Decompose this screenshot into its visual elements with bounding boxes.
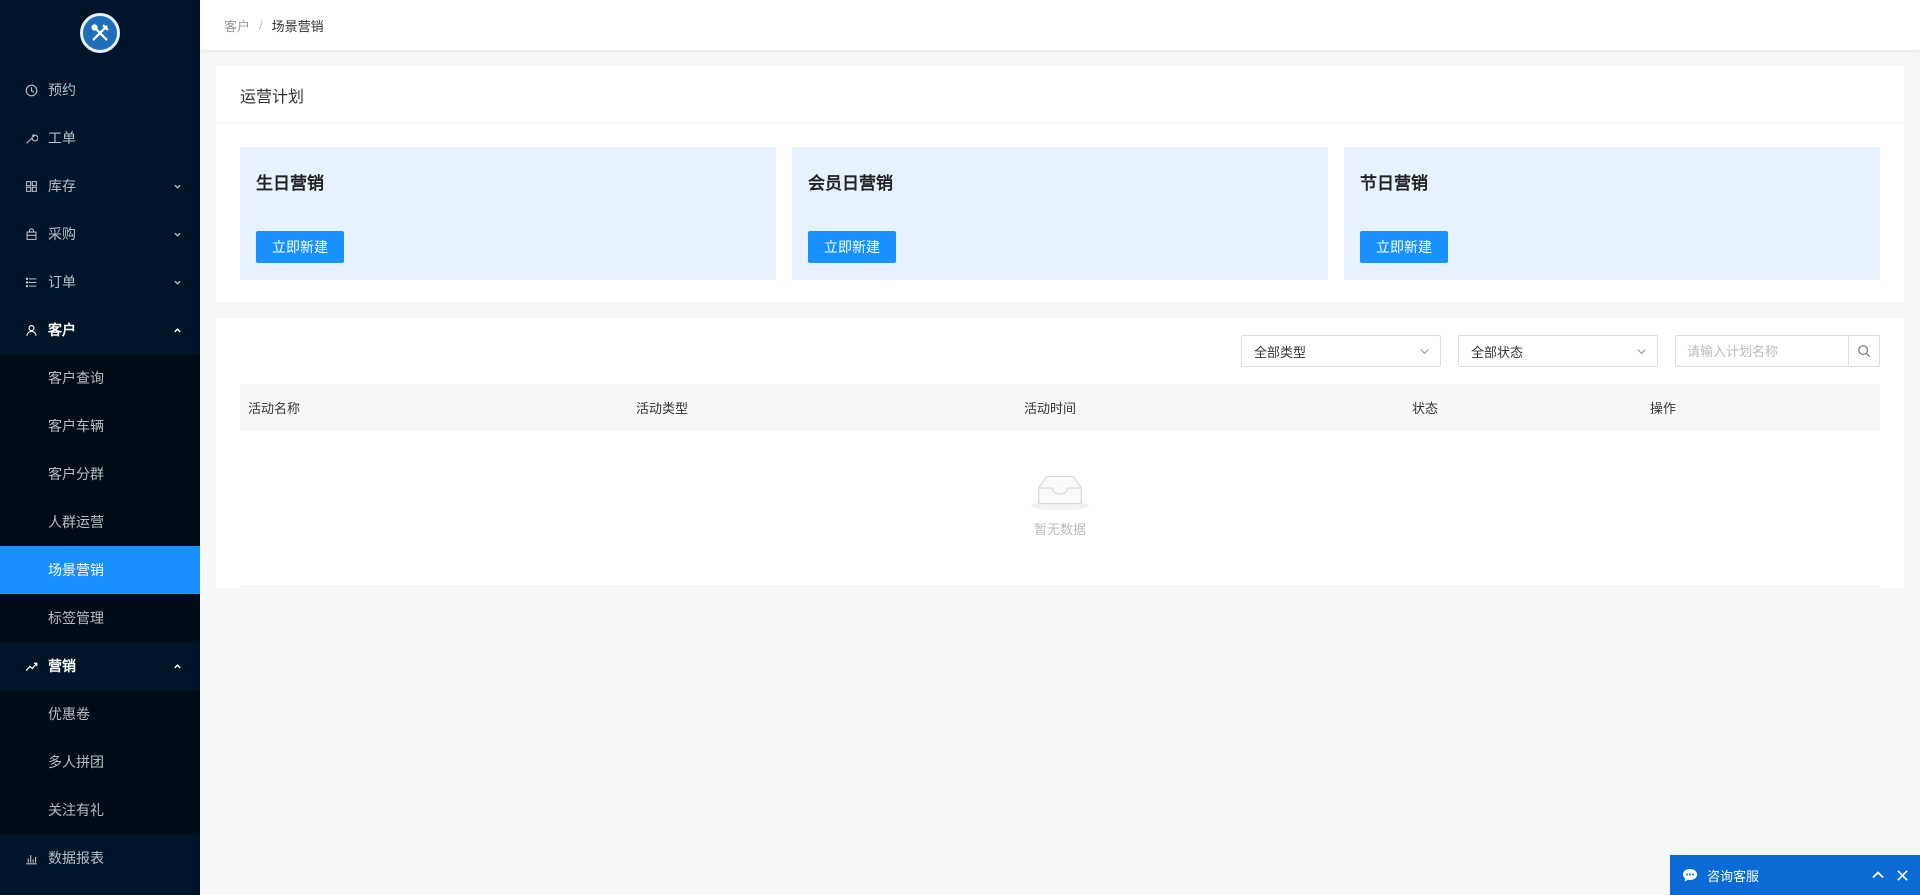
column-activity-time: 活动时间: [1024, 400, 1077, 416]
sidebar-item-label: 数据报表: [48, 850, 104, 866]
sidebar-item-marketing[interactable]: 营销: [0, 642, 200, 690]
sidebar-subitem-coupon[interactable]: 优惠卷: [0, 690, 200, 738]
marketing-submenu: 优惠卷 多人拼团 关注有礼: [0, 690, 200, 834]
type-select-value: 全部类型: [1254, 344, 1307, 360]
breadcrumb-current: 场景营销: [271, 18, 324, 34]
status-select-value: 全部状态: [1471, 344, 1524, 360]
empty-text: 暂无数据: [1033, 522, 1086, 537]
breadcrumb-parent[interactable]: 客户: [224, 16, 250, 35]
trend-icon: [24, 659, 38, 673]
close-icon[interactable]: [1894, 867, 1910, 883]
column-activity-type: 活动类型: [636, 400, 689, 416]
plan-name-search-input[interactable]: [1675, 335, 1848, 367]
chevron-up-icon[interactable]: [1870, 867, 1886, 883]
chevron-down-icon: [172, 229, 182, 239]
create-member-day-plan-button[interactable]: 立即新建: [808, 231, 896, 263]
plan-template-birthday: 生日营销 立即新建: [240, 147, 776, 280]
plan-template-title: 生日营销: [256, 174, 324, 193]
activity-table-card: 全部类型 全部状态 活动名称 活动类型 活动时间 状态 操作: [216, 318, 1904, 588]
chevron-up-icon: [172, 661, 182, 671]
plan-search: [1675, 335, 1880, 367]
logo[interactable]: [0, 0, 200, 66]
customer-submenu: 客户查询 客户车辆 客户分群 人群运营 场景营销 标签管理: [0, 354, 200, 642]
plan-templates: 生日营销 立即新建 会员日营销 立即新建 节日营销 立即新建: [240, 147, 1880, 280]
create-holiday-plan-button[interactable]: 立即新建: [1360, 231, 1448, 263]
status-select[interactable]: 全部状态: [1458, 335, 1658, 367]
empty-inbox-icon: [1029, 470, 1091, 515]
sidebar-subitem-tag-management[interactable]: 标签管理: [0, 594, 200, 642]
sidebar-item-label: 订单: [48, 274, 76, 290]
column-actions: 操作: [1650, 400, 1677, 416]
sidebar: 预约 工单 库存 采购 订单 客户 客户查询 客户车辆 客户分群 人群运营 场景…: [0, 0, 200, 895]
wrench-icon: [24, 131, 38, 145]
search-icon: [1857, 344, 1871, 358]
chat-label: 咨询客服: [1707, 868, 1760, 884]
chevron-down-icon: [172, 181, 182, 191]
column-status: 状态: [1412, 400, 1439, 416]
type-select[interactable]: 全部类型: [1241, 335, 1441, 367]
list-icon: [24, 275, 38, 289]
sidebar-subitem-group-buy[interactable]: 多人拼团: [0, 738, 200, 786]
plan-template-member-day: 会员日营销 立即新建: [792, 147, 1328, 280]
breadcrumb-separator: /: [259, 17, 263, 33]
sidebar-subitem-follow-gift[interactable]: 关注有礼: [0, 786, 200, 834]
tools-logo-icon: [80, 13, 120, 53]
sidebar-item-appointment[interactable]: 预约: [0, 66, 200, 114]
plan-template-title: 会员日营销: [808, 174, 893, 193]
sidebar-subitem-customer-segment[interactable]: 客户分群: [0, 450, 200, 498]
sidebar-item-label: 采购: [48, 226, 76, 242]
sidebar-subitem-customer-vehicle[interactable]: 客户车辆: [0, 402, 200, 450]
sidebar-item-purchase[interactable]: 采购: [0, 210, 200, 258]
sidebar-item-label: 库存: [48, 178, 76, 194]
bar-chart-icon: [24, 851, 38, 865]
plan-template-title: 节日营销: [1360, 174, 1428, 193]
chevron-up-icon: [172, 325, 182, 335]
empty-state: 暂无数据: [240, 430, 1880, 587]
sidebar-subitem-crowd-operation[interactable]: 人群运营: [0, 498, 200, 546]
column-activity-name: 活动名称: [248, 400, 301, 416]
create-birthday-plan-button[interactable]: 立即新建: [256, 231, 344, 263]
plan-template-holiday: 节日营销 立即新建: [1344, 147, 1880, 280]
search-button[interactable]: [1848, 335, 1880, 367]
sidebar-item-reports[interactable]: 数据报表: [0, 834, 200, 882]
sidebar-item-customer[interactable]: 客户: [0, 306, 200, 354]
filter-bar: 全部类型 全部状态: [1241, 335, 1880, 367]
sidebar-item-label: 客户: [48, 322, 76, 338]
chevron-down-icon: [1418, 345, 1430, 357]
bag-icon: [24, 227, 38, 241]
customer-service-widget[interactable]: 咨询客服: [1670, 855, 1920, 895]
table-header: 活动名称 活动类型 活动时间 状态 操作: [240, 384, 1880, 430]
sidebar-item-label: 营销: [48, 658, 76, 674]
plan-title: 运营计划: [216, 66, 1904, 124]
chevron-down-icon: [1635, 345, 1647, 357]
top-header: 客户 / 场景营销: [200, 0, 1920, 50]
sidebar-item-label: 预约: [48, 82, 76, 98]
user-icon: [24, 323, 38, 337]
chat-bubble-icon: [1682, 868, 1698, 883]
sidebar-item-workorder[interactable]: 工单: [0, 114, 200, 162]
sidebar-item-inventory[interactable]: 库存: [0, 162, 200, 210]
operation-plan-card: 运营计划 生日营销 立即新建 会员日营销 立即新建 节日营销 立即新建: [216, 66, 1904, 302]
grid-icon: [24, 179, 38, 193]
sidebar-subitem-customer-query[interactable]: 客户查询: [0, 354, 200, 402]
breadcrumb: 客户 / 场景营销: [224, 16, 324, 35]
sidebar-item-orders[interactable]: 订单: [0, 258, 200, 306]
sidebar-subitem-scene-marketing[interactable]: 场景营销: [0, 546, 200, 594]
sidebar-item-label: 工单: [48, 130, 76, 146]
chevron-down-icon: [172, 277, 182, 287]
clock-icon: [24, 83, 38, 97]
